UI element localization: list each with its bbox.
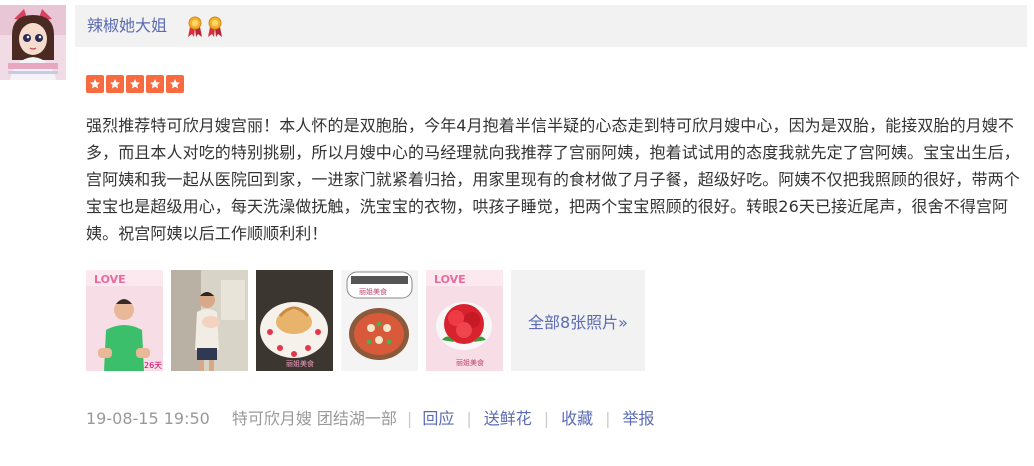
medal-icon — [207, 16, 223, 38]
user-header: 辣椒她大姐 — [75, 5, 1027, 47]
medal-icon — [187, 16, 203, 38]
photo-thumbnail[interactable]: 丽姐美食 — [256, 270, 333, 371]
star-icon — [146, 75, 164, 93]
separator: | — [605, 409, 611, 428]
reply-link[interactable]: 回应 — [422, 408, 454, 430]
star-icon — [86, 75, 104, 93]
separator: | — [406, 409, 413, 428]
review-text: 强烈推荐特可欣月嫂宫丽！本人怀的是双胞胎，今年4月抱着半信半疑的心态走到特可欣月… — [86, 116, 1020, 243]
photo-caption: 丽姐美食 — [359, 287, 387, 296]
review-footer: 19-08-15 19:50 特可欣月嫂 团结湖一部 | 回应 | 送鲜花 | … — [86, 408, 655, 430]
svg-text:LOVE: LOVE — [94, 273, 126, 286]
post-date: 19-08-15 19:50 — [86, 409, 210, 428]
star-icon — [166, 75, 184, 93]
favorite-link[interactable]: 收藏 — [561, 408, 593, 430]
svg-text:LOVE: LOVE — [434, 273, 466, 286]
send-flower-link[interactable]: 送鲜花 — [484, 408, 532, 430]
separator: | — [466, 409, 472, 428]
photo-caption: 26天 — [144, 361, 162, 370]
photo-thumbnail[interactable]: LOVE 丽姐美食 — [426, 270, 503, 371]
star-icon — [126, 75, 144, 93]
all-photos-link[interactable]: 全部8张照片» — [511, 270, 645, 371]
photo-thumbnail[interactable] — [171, 270, 248, 371]
post-source: 特可欣月嫂 团结湖一部 — [231, 409, 397, 428]
report-link[interactable]: 举报 — [623, 408, 655, 430]
avatar[interactable] — [0, 5, 66, 80]
photo-caption: 丽姐美食 — [456, 358, 484, 367]
rating-stars — [86, 75, 184, 93]
star-icon — [106, 75, 124, 93]
photo-thumbnail[interactable]: 丽姐美食 — [341, 270, 418, 371]
photo-caption: 丽姐美食 — [286, 359, 314, 368]
username-link[interactable]: 辣椒她大姐 — [87, 15, 167, 37]
photo-thumbnail[interactable]: LOVE 26天 — [86, 270, 163, 371]
separator: | — [543, 409, 550, 428]
